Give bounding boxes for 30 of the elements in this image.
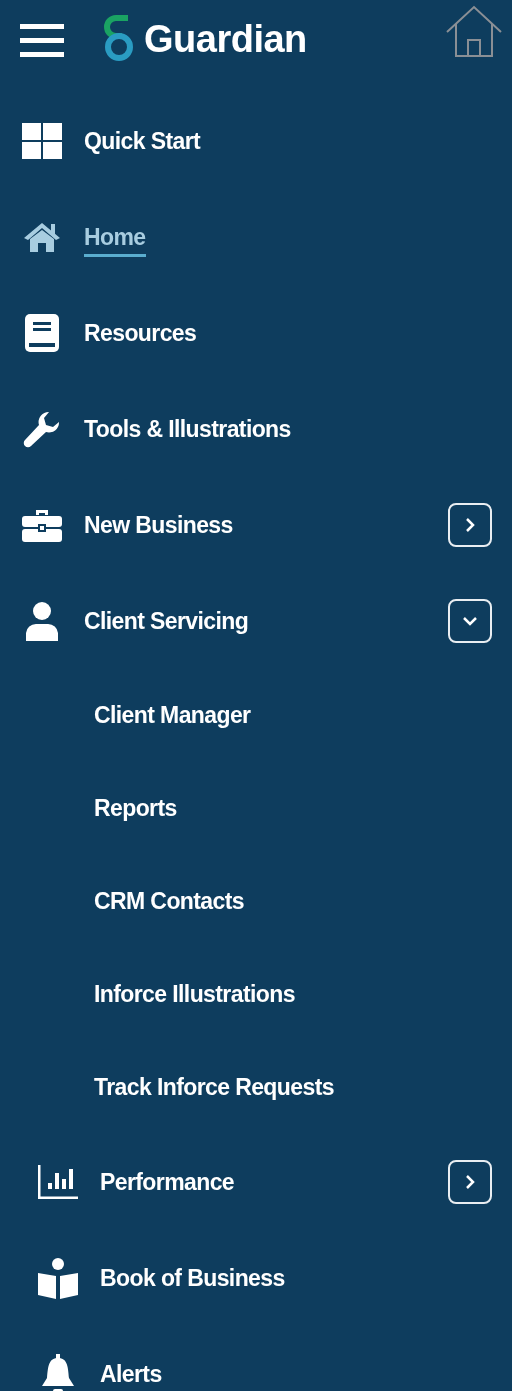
- briefcase-icon: [22, 508, 62, 542]
- home-icon: [22, 221, 62, 253]
- nav-link[interactable]: Client Servicing: [84, 607, 249, 635]
- wrench-icon: [23, 410, 61, 448]
- nav-link[interactable]: New Business: [84, 511, 233, 539]
- collapse-button[interactable]: [448, 599, 492, 643]
- expand-button[interactable]: [448, 503, 492, 547]
- submenu-link[interactable]: Inforce Illustrations: [94, 981, 295, 1008]
- person-icon: [24, 601, 60, 641]
- submenu-link[interactable]: Reports: [94, 795, 177, 822]
- bar-chart-icon: [38, 1165, 78, 1199]
- nav-link[interactable]: Quick Start: [84, 127, 201, 155]
- nav-link[interactable]: Tools & Illustrations: [84, 415, 291, 443]
- grid-icon: [22, 123, 62, 159]
- menu-icon[interactable]: [20, 24, 64, 58]
- book-icon: [25, 314, 59, 352]
- submenu-link[interactable]: CRM Contacts: [94, 888, 244, 915]
- nav-link[interactable]: Performance: [100, 1168, 235, 1196]
- logo-icon: [102, 14, 136, 62]
- brand-name: Guardian: [144, 18, 307, 61]
- submenu-link[interactable]: Client Manager: [94, 702, 251, 729]
- submenu-link[interactable]: Track Inforce Requests: [94, 1074, 334, 1101]
- nav-link[interactable]: Resources: [84, 319, 197, 347]
- home-outline-icon[interactable]: [444, 4, 504, 58]
- nav-link[interactable]: Alerts: [100, 1360, 162, 1388]
- bell-icon: [40, 1354, 76, 1391]
- reader-icon: [38, 1257, 78, 1299]
- nav-link[interactable]: Home: [84, 223, 146, 257]
- expand-button[interactable]: [448, 1160, 492, 1204]
- nav-link[interactable]: Book of Business: [100, 1264, 285, 1292]
